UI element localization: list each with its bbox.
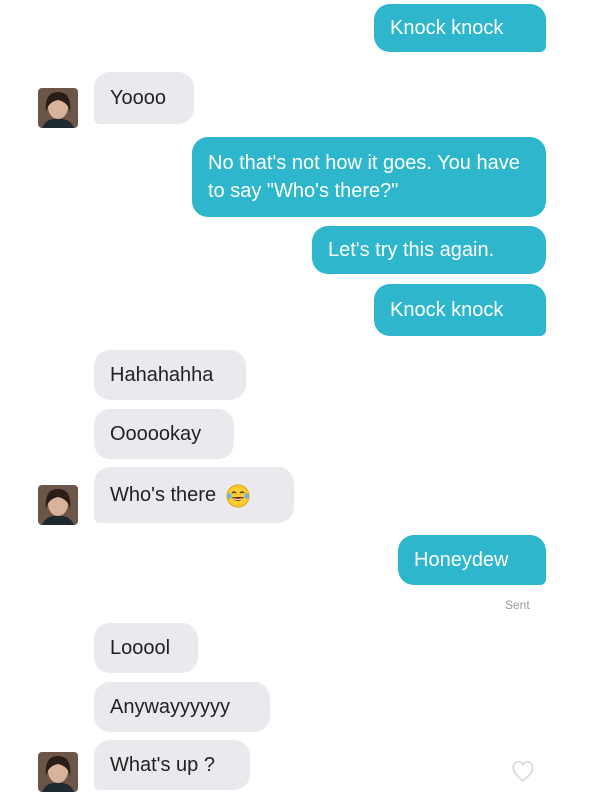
message-received-whats-up[interactable]: What's up ? <box>94 740 250 790</box>
message-text: Looool <box>110 637 171 659</box>
message-sent-knock-knock-1[interactable]: Knock knock <box>374 4 546 52</box>
message-text: Anywayyyyyy <box>110 696 231 718</box>
message-received-whos-there[interactable]: Who's there <box>94 467 294 523</box>
heart-outline-icon[interactable] <box>510 758 536 784</box>
message-text: Honeydew <box>414 549 509 571</box>
message-text: Knock knock <box>390 299 504 321</box>
message-text: What's up ? <box>110 754 215 776</box>
message-received-yoooo[interactable]: Yoooo <box>94 72 194 124</box>
message-sent-honeydew[interactable]: Honeydew <box>398 535 546 585</box>
message-text: Yoooo <box>110 87 166 109</box>
message-text: Let's try this again. <box>328 239 495 261</box>
message-received-hahahahha[interactable]: Hahahahha <box>94 350 246 400</box>
message-sent-try-again[interactable]: Let's try this again. <box>312 226 546 274</box>
chat-thread: Knock knock Yoooo No that's not how it g… <box>0 0 600 792</box>
delivery-status: Sent <box>505 598 530 612</box>
message-received-looool[interactable]: Looool <box>94 623 198 673</box>
tears-of-joy-emoji-icon <box>226 484 250 508</box>
contact-avatar[interactable] <box>38 485 78 525</box>
avatar-photo <box>38 88 78 128</box>
message-received-ooooookay[interactable]: Oooookay <box>94 409 234 459</box>
message-sent-knock-knock-2[interactable]: Knock knock <box>374 284 546 336</box>
message-text: Hahahahha <box>110 364 214 386</box>
message-sent-explanation[interactable]: No that's not how it goes. You have to s… <box>192 137 546 217</box>
contact-avatar[interactable] <box>38 752 78 792</box>
contact-avatar[interactable] <box>38 88 78 128</box>
avatar-photo <box>38 752 78 792</box>
message-text: Oooookay <box>110 423 202 445</box>
avatar-photo <box>38 485 78 525</box>
message-text: No that's not how it goes. You have to s… <box>208 152 520 202</box>
message-text: Knock knock <box>390 17 504 39</box>
message-received-anywayyyyyy[interactable]: Anywayyyyyy <box>94 682 270 732</box>
message-text: Who's there <box>110 484 217 506</box>
